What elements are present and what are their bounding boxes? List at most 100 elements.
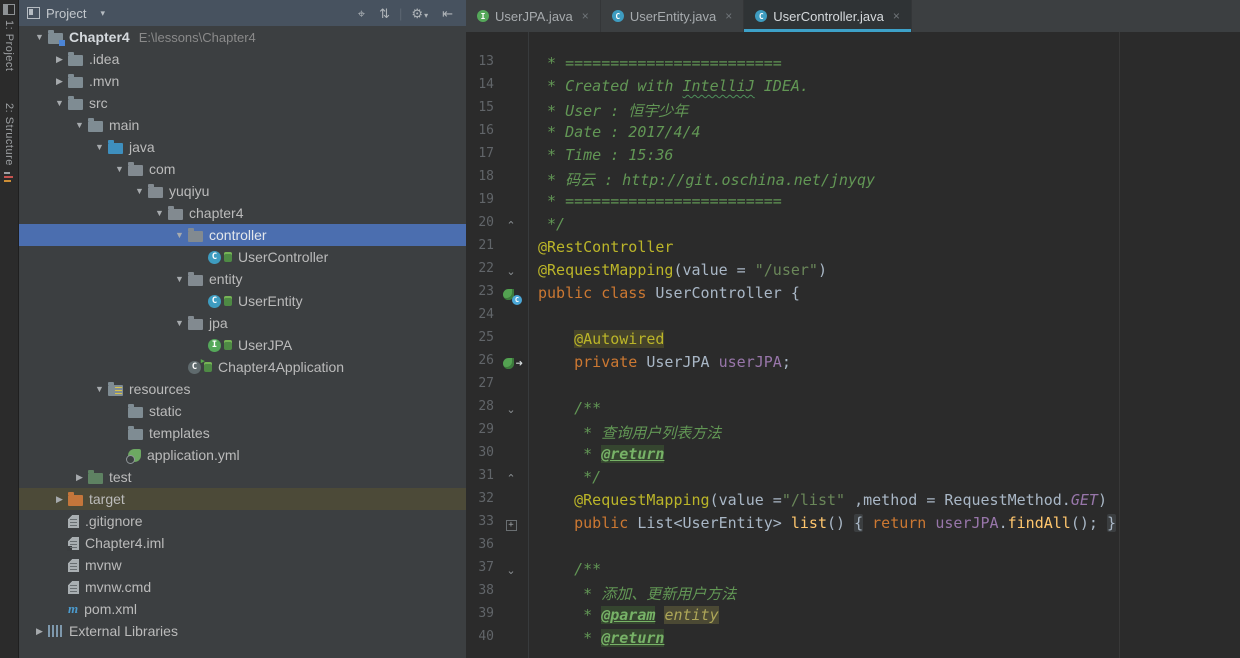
code-text: * Date : 2017/4/4 <box>528 123 701 146</box>
tree-item--idea[interactable]: ▶ .idea <box>19 48 466 70</box>
chevron-down-icon[interactable]: ▼ <box>151 208 168 218</box>
tree-item-application-yml[interactable]: ▶application.yml <box>19 444 466 466</box>
file-icon <box>68 558 79 572</box>
tree-item-label: pom.xml <box>84 601 138 617</box>
tree-item-mvnw[interactable]: ▶mvnw <box>19 554 466 576</box>
chevron-down-icon[interactable]: ▼ <box>51 98 68 108</box>
tool-button-project[interactable]: 1: Project <box>0 0 18 74</box>
spring-bean-icon[interactable] <box>503 289 522 305</box>
line-number: 16 <box>478 123 494 138</box>
tree-item-external-libraries[interactable]: ▶ External Libraries <box>19 620 466 642</box>
tree-item-controller[interactable]: ▼ controller <box>19 224 466 246</box>
code-line: 16 * Date : 2017/4/4 <box>466 123 1240 146</box>
tree-item--mvn[interactable]: ▶ .mvn <box>19 70 466 92</box>
tab-close-icon[interactable]: × <box>725 9 732 23</box>
chevron-right-icon[interactable]: ▶ <box>51 54 68 65</box>
project-tree: ▼ Chapter4 E:\lessons\Chapter4 ▶ .idea ▶ .mvn ▼… <box>19 26 466 658</box>
editor-code-area[interactable]: 13 * ======================== 14 * Create… <box>466 32 1240 658</box>
code-token: List<UserEntity> <box>628 514 791 532</box>
tool-button-project-label: 1: Project <box>3 20 15 72</box>
fold-start-icon[interactable]: ⌄ <box>506 267 515 278</box>
chevron-down-icon[interactable]: ▼ <box>131 186 148 196</box>
chevron-down-icon[interactable]: ▼ <box>171 230 188 240</box>
tree-item-static[interactable]: ▶static <box>19 400 466 422</box>
code-text: @RequestMapping(value = "/user") <box>528 261 827 284</box>
chevron-down-icon[interactable]: ▼ <box>71 120 88 130</box>
settings-gear-icon[interactable]: ⚙▾ <box>411 6 428 21</box>
tree-item-chapter4[interactable]: ▼ Chapter4 E:\lessons\Chapter4 <box>19 26 466 48</box>
chevron-down-icon[interactable]: ▼ <box>31 32 48 42</box>
tree-item-label: External Libraries <box>69 623 178 639</box>
line-number: 37 <box>478 560 494 575</box>
tree-item-userentity[interactable]: ▶CUserEntity <box>19 290 466 312</box>
tree-item-pom-xml[interactable]: ▶mpom.xml <box>19 598 466 620</box>
spring-config-icon <box>126 448 141 464</box>
tree-item--gitignore[interactable]: ▶.gitignore <box>19 510 466 532</box>
line-number: 31 <box>478 468 494 483</box>
tree-item-test[interactable]: ▶ test <box>19 466 466 488</box>
tab-close-icon[interactable]: × <box>893 9 900 23</box>
package-icon <box>128 161 143 176</box>
tree-item-templates[interactable]: ▶templates <box>19 422 466 444</box>
fold-start-icon[interactable]: ⌄ <box>506 566 515 577</box>
tree-item-resources[interactable]: ▼ resources <box>19 378 466 400</box>
chevron-right-icon[interactable]: ▶ <box>71 472 88 483</box>
chevron-down-icon[interactable]: ▼ <box>171 318 188 328</box>
tree-item-jpa[interactable]: ▼ jpa <box>19 312 466 334</box>
spring-autowired-icon[interactable] <box>503 352 523 375</box>
tree-item-java[interactable]: ▼ java <box>19 136 466 158</box>
code-token: ) <box>817 261 827 279</box>
chevron-down-icon[interactable]: ▼ <box>171 274 188 284</box>
chevron-down-icon[interactable]: ▼ <box>111 164 128 174</box>
code-token: @RequestMapping <box>574 491 710 509</box>
locate-icon[interactable]: ⌖ <box>358 6 365 21</box>
line-number: 22 <box>478 261 494 276</box>
hide-panel-icon[interactable]: ⇤ <box>442 6 453 21</box>
folder-icon <box>128 403 143 418</box>
tree-item-chapter4[interactable]: ▼ chapter4 <box>19 202 466 224</box>
code-token: entity <box>664 606 719 624</box>
folder-icon <box>88 117 103 132</box>
code-text: private UserJPA userJPA; <box>528 353 791 376</box>
tree-item-src[interactable]: ▼ src <box>19 92 466 114</box>
fold-expand-icon[interactable]: + <box>505 520 517 531</box>
tree-item-label: yuqiyu <box>169 183 210 199</box>
tree-item-usercontroller[interactable]: ▶CUserController <box>19 246 466 268</box>
collapse-all-icon[interactable]: ⇅ <box>379 6 390 21</box>
project-view-dropdown-icon[interactable]: ▾ <box>100 8 105 19</box>
tree-item-userjpa[interactable]: ▶IUserJPA <box>19 334 466 356</box>
fold-start-icon[interactable]: ⌄ <box>506 405 515 416</box>
code-token: @RequestMapping <box>538 261 674 279</box>
editor-tab-userjpa-java[interactable]: I UserJPA.java × <box>466 0 601 32</box>
fold-end-icon[interactable]: ⌃ <box>506 221 515 232</box>
chevron-right-icon[interactable]: ▶ <box>51 494 68 505</box>
code-token: userJPA <box>935 514 999 532</box>
tab-close-icon[interactable]: × <box>582 9 589 23</box>
tree-item-com[interactable]: ▼ com <box>19 158 466 180</box>
code-token: list <box>790 514 827 532</box>
tree-item-chapter4-iml[interactable]: ▶Chapter4.iml <box>19 532 466 554</box>
code-token: * <box>538 606 602 624</box>
tree-item-label: test <box>109 469 132 485</box>
editor-tab-usercontroller-java[interactable]: C UserController.java × <box>744 0 912 32</box>
chevron-right-icon[interactable]: ▶ <box>51 76 68 87</box>
tree-item-target[interactable]: ▶ target <box>19 488 466 510</box>
line-number: 17 <box>478 146 494 161</box>
tool-button-structure[interactable]: 2: Structure <box>0 100 18 185</box>
code-token: * Time : 15:36 <box>538 146 674 164</box>
tree-item-main[interactable]: ▼ main <box>19 114 466 136</box>
editor-tab-userentity-java[interactable]: C UserEntity.java × <box>601 0 745 32</box>
code-line: 27 <box>466 376 1240 399</box>
chevron-right-icon[interactable]: ▶ <box>31 626 48 637</box>
tree-item-chapter4application[interactable]: ▶CChapter4Application <box>19 356 466 378</box>
chevron-down-icon[interactable]: ▼ <box>91 142 108 152</box>
tree-item-yuqiyu[interactable]: ▼ yuqiyu <box>19 180 466 202</box>
tree-item-mvnw-cmd[interactable]: ▶mvnw.cmd <box>19 576 466 598</box>
code-line: 28 ⌄ /** <box>466 399 1240 422</box>
file-icon <box>68 580 79 594</box>
tree-item-entity[interactable]: ▼ entity <box>19 268 466 290</box>
chevron-down-icon[interactable]: ▼ <box>91 384 108 394</box>
fold-end-icon[interactable]: ⌃ <box>506 474 515 485</box>
